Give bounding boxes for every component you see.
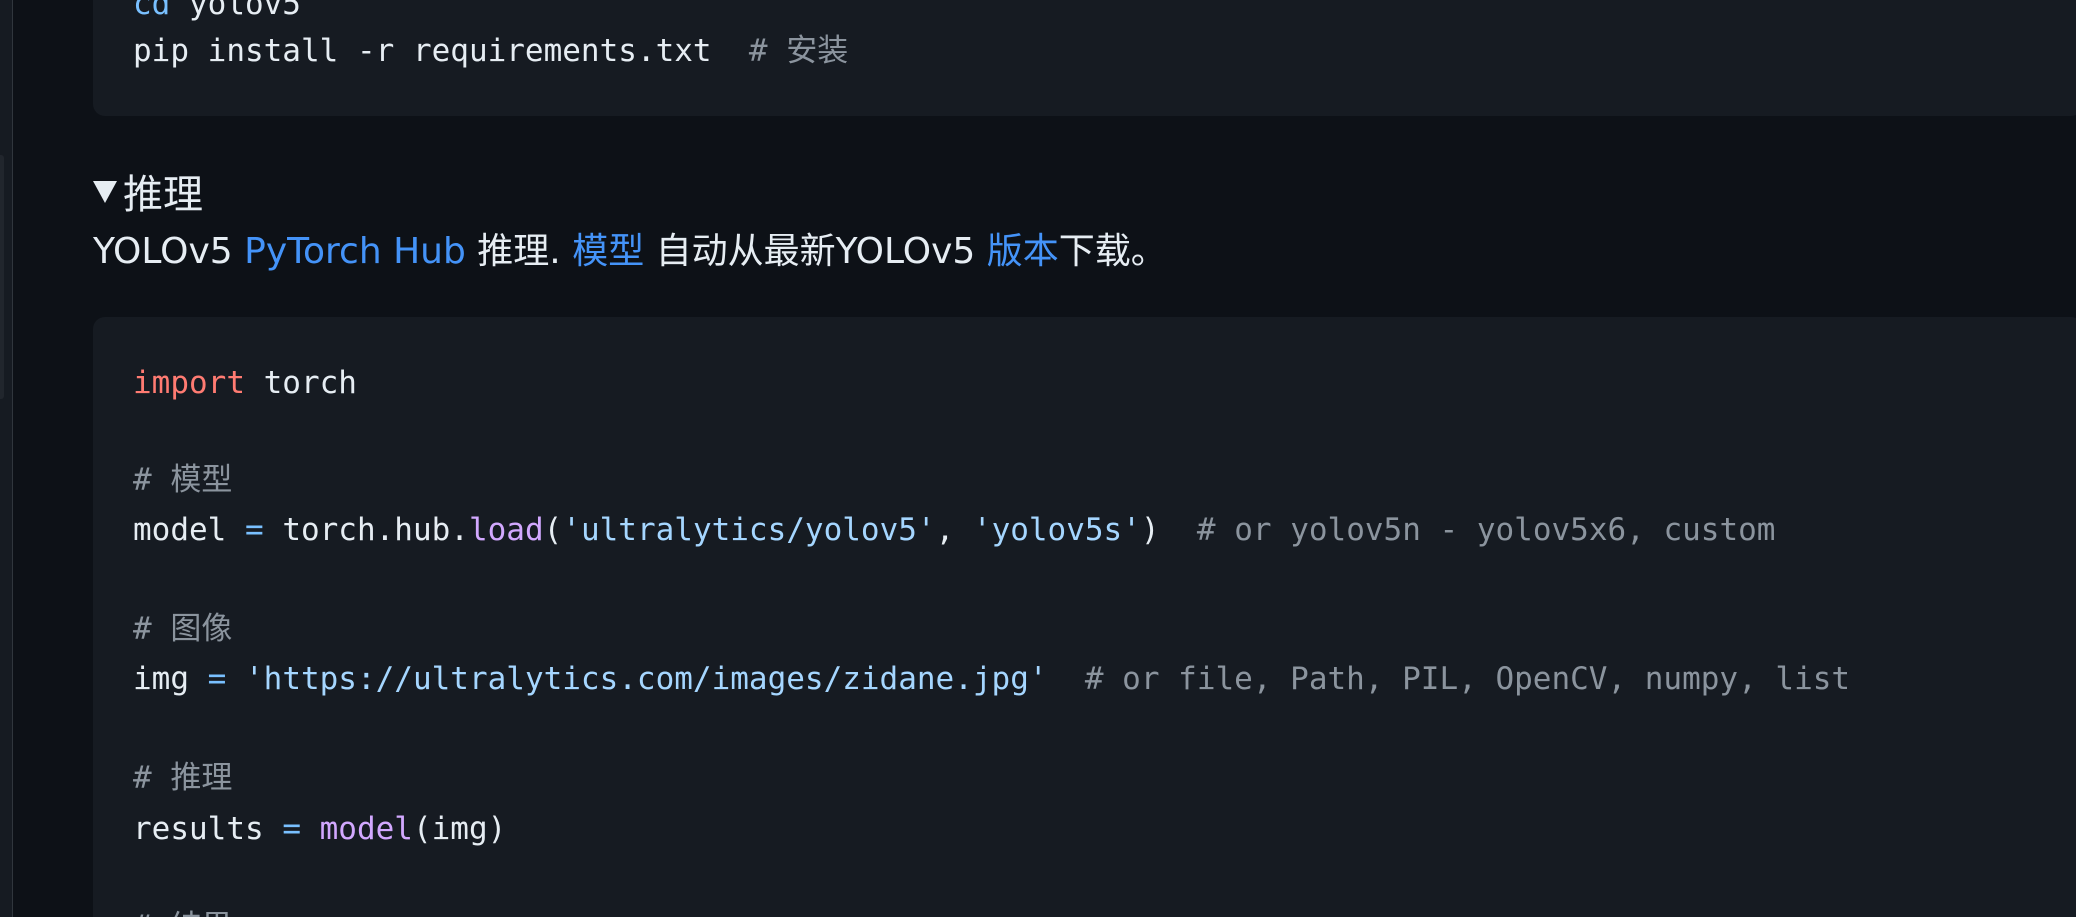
readme-page: cd yolov5 pip install -r requirements.tx… <box>0 0 2076 917</box>
para-suffix: 下载。 <box>1058 231 1167 272</box>
link-models[interactable]: 模型 <box>572 231 644 272</box>
code-comment-inference: # 推理 <box>133 760 233 796</box>
code-comment-image: # 图像 <box>133 611 233 647</box>
para-mid1: 推理. <box>465 231 573 272</box>
code-string-model: 'yolov5s' <box>972 512 1141 548</box>
inference-code-block: import torch # 模型 model = torch.hub.load… <box>93 317 2076 917</box>
code-token-pip: pip install -r requirements.txt <box>133 33 712 69</box>
code-line-cd: cd yolov5 <box>133 0 301 24</box>
code-comment-sources: # or file, Path, PIL, OpenCV, numpy, lis… <box>1047 661 1851 697</box>
code-paren-close: ) <box>1140 512 1160 548</box>
code-var-model: model <box>133 512 245 548</box>
code-line-img: img = 'https://ultralytics.com/images/zi… <box>133 659 1850 699</box>
expand-triangle-icon <box>93 181 117 203</box>
code-line-comment-inference: # 推理 <box>133 758 232 798</box>
code-paren-open: ( <box>543 512 563 548</box>
code-string-repo: 'ultralytics/yolov5' <box>562 512 936 548</box>
code-args-img: (img) <box>412 811 507 847</box>
code-op-eq-results: = <box>282 811 301 847</box>
code-comment-install: # 安装 <box>748 33 849 69</box>
link-release[interactable]: 版本 <box>987 231 1059 272</box>
code-fn-model: model <box>300 811 413 847</box>
code-line-comment-image: # 图像 <box>133 609 232 649</box>
code-line-results: results = model(img) <box>133 809 506 849</box>
code-fn-load: load <box>468 512 544 548</box>
code-keyword-import: import <box>133 365 245 401</box>
code-op-eq: = <box>244 512 264 548</box>
gutter-scroll-tab[interactable] <box>0 155 4 399</box>
code-token-cd: cd <box>133 0 171 22</box>
code-line-comment-model: # 模型 <box>133 460 232 500</box>
code-comment-models: # or yolov5n - yolov5x6, custom <box>1159 512 1776 548</box>
code-line-import: import torch <box>133 363 357 403</box>
code-token-arg: yolov5 <box>170 0 301 22</box>
code-line-pip: pip install -r requirements.txt # 安装 <box>133 31 848 71</box>
code-var-results: results <box>133 811 283 847</box>
summary-title: 推理 <box>123 172 203 218</box>
code-line-comment-results: # 结果 <box>133 907 232 917</box>
code-var-img: img <box>133 661 208 697</box>
link-pytorch-hub[interactable]: PyTorch Hub <box>244 231 466 272</box>
para-mid2: 自动从最新YOLOv5 <box>644 231 987 272</box>
code-comment-results: # 结果 <box>133 909 232 917</box>
code-token-torch-hub: torch.hub. <box>263 512 469 548</box>
code-line-model-load: model = torch.hub.load('ultralytics/yolo… <box>133 510 1775 550</box>
code-string-url: 'https://ultralytics.com/images/zidane.j… <box>226 661 1048 697</box>
left-gutter <box>0 0 13 917</box>
code-token-torch: torch <box>244 365 357 401</box>
code-op-eq-img: = <box>207 661 227 697</box>
install-code-block: cd yolov5 pip install -r requirements.tx… <box>93 0 2076 116</box>
para-prefix: YOLOv5 <box>93 231 245 272</box>
code-comment-model: # 模型 <box>133 462 233 498</box>
inference-description: YOLOv5 PyTorch Hub 推理. 模型 自动从最新YOLOv5 版本… <box>93 224 1167 280</box>
code-comma: , <box>935 512 973 548</box>
details-summary-inference[interactable]: 推理 <box>93 163 203 219</box>
